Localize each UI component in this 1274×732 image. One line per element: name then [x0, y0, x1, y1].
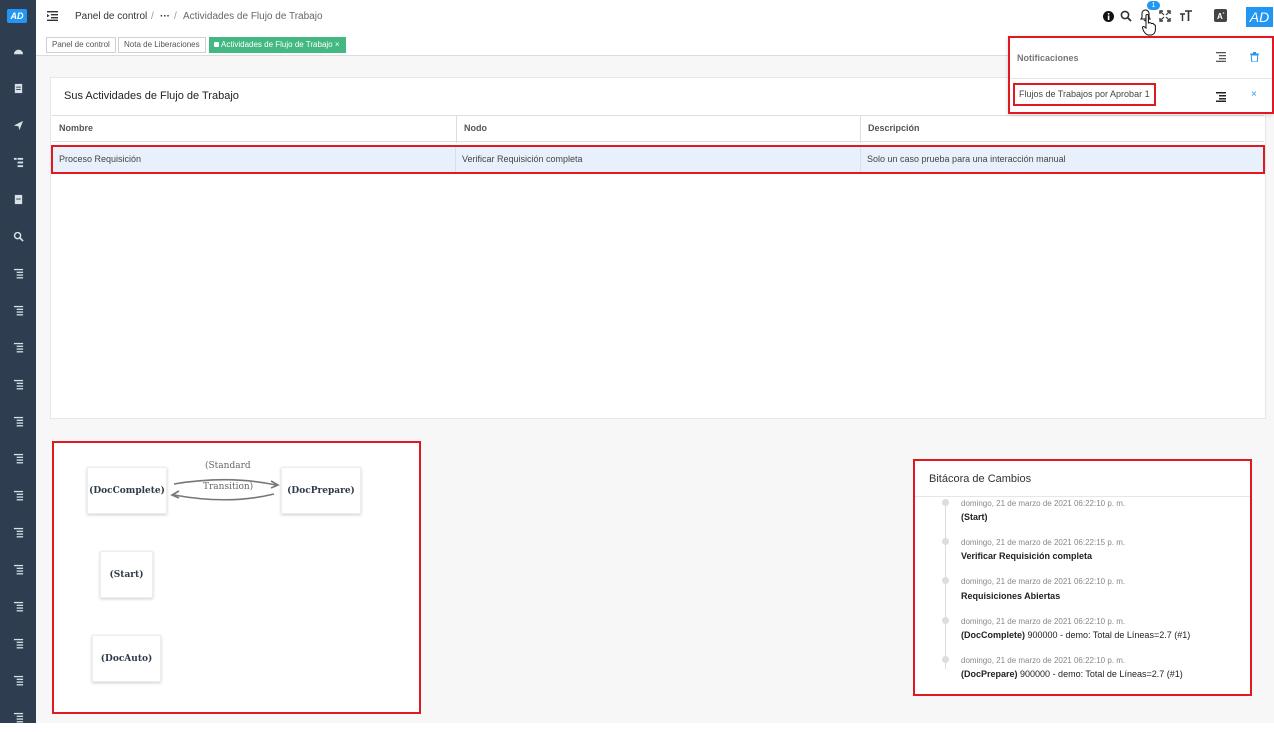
svg-text:z: z	[1223, 10, 1225, 15]
grid-header: Nombre Nodo Descripción	[52, 115, 1264, 143]
workflow-node[interactable]: (DocComplete)	[87, 467, 167, 514]
search-icon[interactable]	[0, 221, 36, 251]
fullscreen-icon[interactable]	[1159, 10, 1171, 22]
info-icon[interactable]	[1103, 11, 1114, 22]
workflow-node[interactable]: (DocAuto)	[92, 635, 161, 682]
cell-descripcion: Solo un caso prueba para una interacción…	[867, 154, 1066, 164]
menu-tree-icon[interactable]	[0, 702, 36, 732]
log-entry-date: domingo, 21 de marzo de 2021 06:22:10 p.…	[961, 577, 1126, 586]
notifications-list-icon[interactable]	[1216, 52, 1226, 62]
menu-tree-icon[interactable]	[0, 406, 36, 436]
change-log-title: Bitácora de Cambios	[929, 473, 1032, 485]
dashboard-icon[interactable]	[0, 36, 36, 66]
menu-tree-icon[interactable]	[0, 628, 36, 658]
column-header-nodo[interactable]: Nodo	[457, 116, 861, 143]
workflow-node[interactable]: (DocPrepare)	[281, 467, 361, 514]
timeline-line	[945, 499, 946, 669]
translate-icon[interactable]: Az	[1214, 9, 1227, 22]
menu-tree-icon[interactable]	[0, 332, 36, 362]
log-entry-text: Verificar Requisición completa	[961, 551, 1093, 561]
tab-label: Actividades de Flujo de Trabajo	[221, 40, 333, 49]
search-icon[interactable]	[1120, 10, 1132, 22]
timeline-dot	[942, 577, 949, 584]
send-icon[interactable]	[0, 110, 36, 140]
log-entry-date: domingo, 21 de marzo de 2021 06:22:15 p.…	[961, 538, 1126, 547]
timeline-dot	[942, 656, 949, 663]
tab-actividades-flujo-trabajo[interactable]: Actividades de Flujo de Trabajo ×	[209, 37, 346, 53]
edge-label: (Standard	[205, 461, 251, 471]
delete-all-icon[interactable]	[1250, 52, 1259, 62]
pointer-cursor-icon	[1142, 14, 1156, 36]
notification-detail-icon[interactable]	[1216, 92, 1226, 102]
user-avatar[interactable]: AD	[1246, 7, 1273, 27]
notification-item[interactable]: Flujos de Trabajos por Aprobar 1	[1013, 83, 1156, 106]
menu-tree-icon[interactable]	[0, 443, 36, 473]
breadcrumb-current: Actividades de Flujo de Trabajo	[183, 11, 323, 22]
table-row[interactable]: Proceso Requisición Verificar Requisició…	[51, 145, 1265, 174]
menu-tree-icon[interactable]	[0, 517, 36, 547]
notification-count-badge: 1	[1147, 1, 1160, 10]
sidebar: AD	[0, 0, 36, 723]
tab-label: Panel de control	[52, 40, 110, 49]
menu-tree-icon[interactable]	[0, 591, 36, 621]
log-entry-text: (DocComplete) 900000 - demo: Total de Lí…	[961, 630, 1191, 640]
timeline-dot	[942, 499, 949, 506]
notification-close-icon[interactable]: ×	[1251, 89, 1257, 100]
column-header-nombre[interactable]: Nombre	[52, 116, 457, 143]
change-log-panel: Bitácora de Cambios domingo, 21 de marzo…	[913, 459, 1252, 696]
breadcrumb-separator: /	[151, 11, 154, 22]
log-entry-date: domingo, 21 de marzo de 2021 06:22:10 p.…	[961, 499, 1126, 508]
breadcrumb-ellipsis[interactable]: ···	[160, 11, 170, 22]
report-icon[interactable]	[0, 184, 36, 214]
timeline-dot	[942, 538, 949, 545]
log-entry-date: domingo, 21 de marzo de 2021 06:22:10 p.…	[961, 617, 1126, 626]
log-entry-date: domingo, 21 de marzo de 2021 06:22:10 p.…	[961, 656, 1126, 665]
workflow-diagram: (Standard Transition) (DocComplete) (Doc…	[52, 441, 421, 714]
notifications-title: Notificaciones	[1017, 53, 1079, 63]
tab-close-icon[interactable]: ×	[335, 40, 340, 49]
app-logo[interactable]: AD	[7, 9, 27, 23]
tab-panel-de-control[interactable]: Panel de control	[46, 37, 116, 53]
menu-tree-icon[interactable]	[0, 295, 36, 325]
workflow-node[interactable]: (Start)	[100, 551, 153, 598]
text-size-icon[interactable]	[1179, 10, 1193, 22]
log-entry-text: (Start)	[961, 512, 988, 522]
menu-tree-icon[interactable]	[0, 258, 36, 288]
tree-list-icon[interactable]	[0, 147, 36, 177]
change-log-divider	[915, 496, 1250, 497]
log-entry-text: Requisiciones Abiertas	[961, 591, 1061, 601]
timeline-dot	[942, 617, 949, 624]
top-bar: Panel de control / ··· / Actividades de …	[36, 0, 1274, 36]
menu-tree-icon[interactable]	[0, 554, 36, 584]
cell-nombre: Proceso Requisición	[53, 147, 456, 172]
cell-nodo: Verificar Requisición completa	[456, 147, 861, 172]
tab-label: Nota de Liberaciones	[124, 40, 200, 49]
menu-tree-icon[interactable]	[0, 369, 36, 399]
menu-tree-icon[interactable]	[0, 665, 36, 695]
document-icon[interactable]	[0, 73, 36, 103]
menu-toggle-icon[interactable]	[47, 11, 58, 21]
tab-nota-de-liberaciones[interactable]: Nota de Liberaciones	[118, 37, 206, 53]
column-header-descripcion[interactable]: Descripción	[861, 116, 1264, 143]
log-entry-text: (DocPrepare) 900000 - demo: Total de Lín…	[961, 669, 1183, 679]
notifications-dropdown: Notificaciones Flujos de Trabajos por Ap…	[1008, 36, 1274, 114]
breadcrumb-separator: /	[174, 11, 177, 22]
activities-panel: Sus Actividades de Flujo de Trabajo Nomb…	[50, 77, 1266, 419]
menu-tree-icon[interactable]	[0, 480, 36, 510]
breadcrumb-home[interactable]: Panel de control	[75, 11, 147, 22]
notifications-divider	[1010, 78, 1272, 79]
tab-active-dot-icon	[214, 42, 219, 48]
panel-title: Sus Actividades de Flujo de Trabajo	[64, 90, 239, 102]
edge-label: Transition)	[203, 482, 254, 492]
